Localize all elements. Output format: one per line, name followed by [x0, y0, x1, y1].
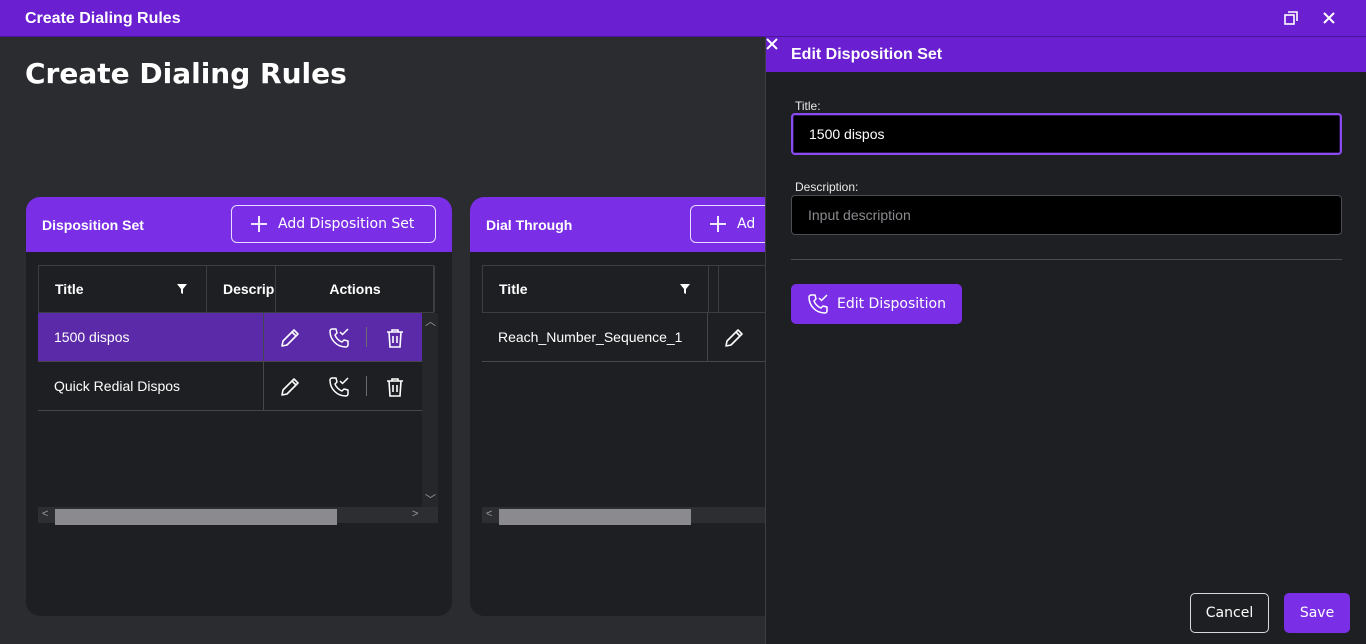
edit-row-button[interactable] [277, 374, 303, 400]
scroll-down-icon[interactable]: ﹀ [425, 491, 436, 507]
window-title: Create Dialing Rules [25, 10, 181, 27]
cell-divider [707, 313, 708, 361]
main-area: Create Dialing Rules Disposition Set Add… [0, 37, 766, 644]
phone-check-icon [329, 377, 349, 397]
row-title: Quick Redial Dispos [54, 378, 181, 394]
edit-disposition-label: Edit Disposition [837, 296, 946, 312]
filter-icon[interactable] [680, 284, 690, 294]
close-icon [1323, 12, 1335, 24]
scroll-up-icon[interactable]: ︿ [425, 313, 436, 329]
grid-header: Title Descrip Actions [38, 265, 435, 313]
edit-disposition-set-panel: Edit Disposition Set Title: Description:… [765, 37, 1366, 644]
column-title-label: Title [55, 281, 84, 297]
trash-icon [387, 329, 403, 348]
page-title: Create Dialing Rules [25, 57, 347, 90]
row-title: 1500 dispos [54, 329, 130, 345]
action-separator [366, 327, 367, 347]
column-divider [709, 266, 719, 312]
edit-row-button[interactable] [721, 325, 747, 351]
add-disposition-set-label: Add Disposition Set [278, 216, 415, 232]
column-title[interactable]: Title [483, 266, 709, 312]
cell-divider [263, 313, 264, 361]
add-disposition-set-button[interactable]: Add Disposition Set [231, 205, 436, 243]
vertical-scrollbar[interactable]: ︿ ﹀ [422, 313, 438, 507]
delete-row-button[interactable] [382, 374, 408, 400]
edit-disposition-row-button[interactable] [326, 374, 352, 400]
restore-icon [1284, 11, 1298, 25]
description-input[interactable] [791, 195, 1342, 235]
edit-disposition-button[interactable]: Edit Disposition [791, 284, 962, 324]
panel-header: Edit Disposition Set [766, 37, 1366, 72]
horizontal-scrollbar[interactable]: < > [38, 507, 438, 525]
filter-icon[interactable] [177, 284, 187, 294]
pencil-icon [281, 378, 299, 396]
window-close-button[interactable] [1318, 8, 1340, 28]
column-description[interactable]: Descrip [207, 266, 276, 312]
restore-button[interactable] [1280, 8, 1302, 28]
scrollbar-thumb[interactable] [499, 509, 691, 525]
row-title: Reach_Number_Sequence_1 [498, 329, 683, 345]
phone-check-icon [808, 294, 828, 314]
scroll-left-icon[interactable]: < [486, 508, 492, 520]
table-row[interactable]: 1500 dispos [38, 313, 422, 362]
column-title-label: Title [499, 281, 528, 297]
column-actions-label: Actions [329, 281, 381, 297]
cell-divider [263, 362, 264, 410]
title-input[interactable] [791, 113, 1342, 155]
horizontal-scrollbar[interactable]: < [482, 507, 766, 525]
add-dial-through-label: Ad [737, 216, 756, 232]
action-separator [366, 376, 367, 396]
edit-disposition-row-button[interactable] [326, 325, 352, 351]
scrollbar-thumb[interactable] [55, 509, 337, 525]
add-dial-through-button[interactable]: Ad [690, 205, 766, 243]
dial-through-header: Dial Through Ad [470, 197, 766, 252]
phone-check-icon [329, 328, 349, 348]
edit-row-button[interactable] [277, 325, 303, 351]
title-field-label: Title: [795, 99, 821, 113]
delete-row-button[interactable] [382, 325, 408, 351]
cancel-button[interactable]: Cancel [1190, 593, 1269, 633]
column-actions: Actions [276, 266, 435, 312]
close-icon [766, 38, 778, 50]
save-button[interactable]: Save [1284, 593, 1350, 633]
panel-title: Edit Disposition Set [791, 46, 943, 63]
pencil-icon [281, 329, 299, 347]
disposition-set-card: Disposition Set Add Disposition Set Titl… [26, 197, 452, 616]
trash-icon [387, 378, 403, 397]
scroll-left-icon[interactable]: < [42, 508, 48, 520]
disposition-set-label: Disposition Set [42, 217, 144, 233]
window-titlebar: Create Dialing Rules [0, 0, 1366, 37]
description-field-label: Description: [795, 180, 859, 194]
grid-header: Title [482, 265, 766, 313]
disposition-set-header: Disposition Set Add Disposition Set [26, 197, 452, 252]
table-row[interactable]: Quick Redial Dispos [38, 362, 422, 411]
dial-through-label: Dial Through [486, 217, 573, 233]
column-description-label: Descrip [223, 281, 275, 297]
plus-icon [710, 216, 726, 232]
pencil-icon [725, 329, 743, 347]
table-row[interactable]: Reach_Number_Sequence_1 [482, 313, 766, 362]
plus-icon [251, 216, 267, 232]
column-title[interactable]: Title [39, 266, 207, 312]
scroll-right-icon[interactable]: > [412, 508, 418, 520]
dial-through-card: Dial Through Ad Title Reach_Number_Seque… [470, 197, 766, 616]
panel-divider [791, 259, 1342, 260]
